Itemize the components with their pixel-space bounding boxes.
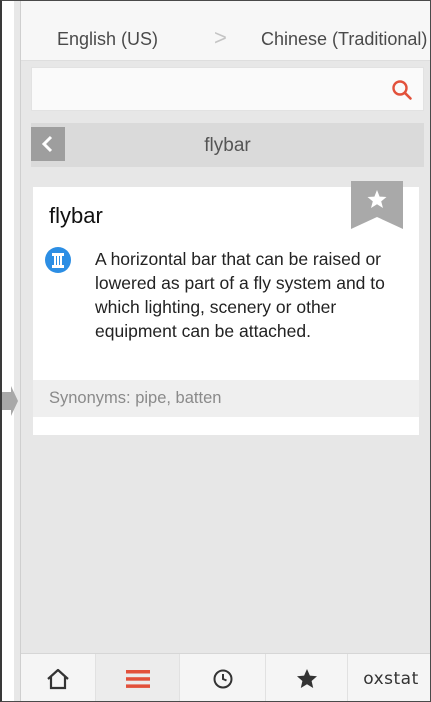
entry-card: flybar A horizontal bar that can be rais…: [33, 181, 419, 435]
star-icon: [296, 669, 317, 688]
definition-text: A horizontal bar that can be raised or l…: [95, 249, 385, 341]
brand-logo: oxstat: [363, 669, 419, 689]
tab-history[interactable]: [180, 654, 266, 701]
word-header: flybar: [31, 123, 424, 167]
language-separator-icon[interactable]: >: [214, 25, 227, 51]
home-icon: [47, 668, 69, 690]
search-icon[interactable]: [391, 79, 413, 101]
target-language[interactable]: Chinese (Traditional): [261, 29, 427, 50]
pillar-icon: [45, 247, 71, 273]
tab-favorites[interactable]: [266, 654, 348, 701]
dictionary-app: English (US) > Chinese (Traditional) fly…: [20, 1, 430, 701]
back-button[interactable]: [31, 127, 65, 161]
chevron-left-icon: [41, 135, 53, 153]
header-word-title: flybar: [204, 135, 251, 156]
bottom-tab-bar: oxstat: [21, 653, 430, 701]
source-language[interactable]: English (US): [57, 29, 158, 50]
side-arrow-icon: [2, 386, 18, 416]
left-margin: [2, 1, 14, 701]
search-input[interactable]: [32, 68, 372, 110]
language-bar: English (US) > Chinese (Traditional): [21, 1, 430, 61]
tab-home[interactable]: [21, 654, 96, 701]
synonyms-row: Synonyms: pipe, batten: [33, 380, 419, 417]
star-bookmark-icon[interactable]: [351, 181, 403, 229]
entry-word: flybar: [49, 203, 103, 228]
tab-brand[interactable]: oxstat: [348, 654, 430, 701]
search-bar: [31, 67, 424, 111]
menu-icon: [125, 670, 150, 688]
tab-list[interactable]: [96, 654, 180, 701]
device-frame: English (US) > Chinese (Traditional) fly…: [0, 0, 431, 702]
clock-icon: [213, 669, 232, 689]
